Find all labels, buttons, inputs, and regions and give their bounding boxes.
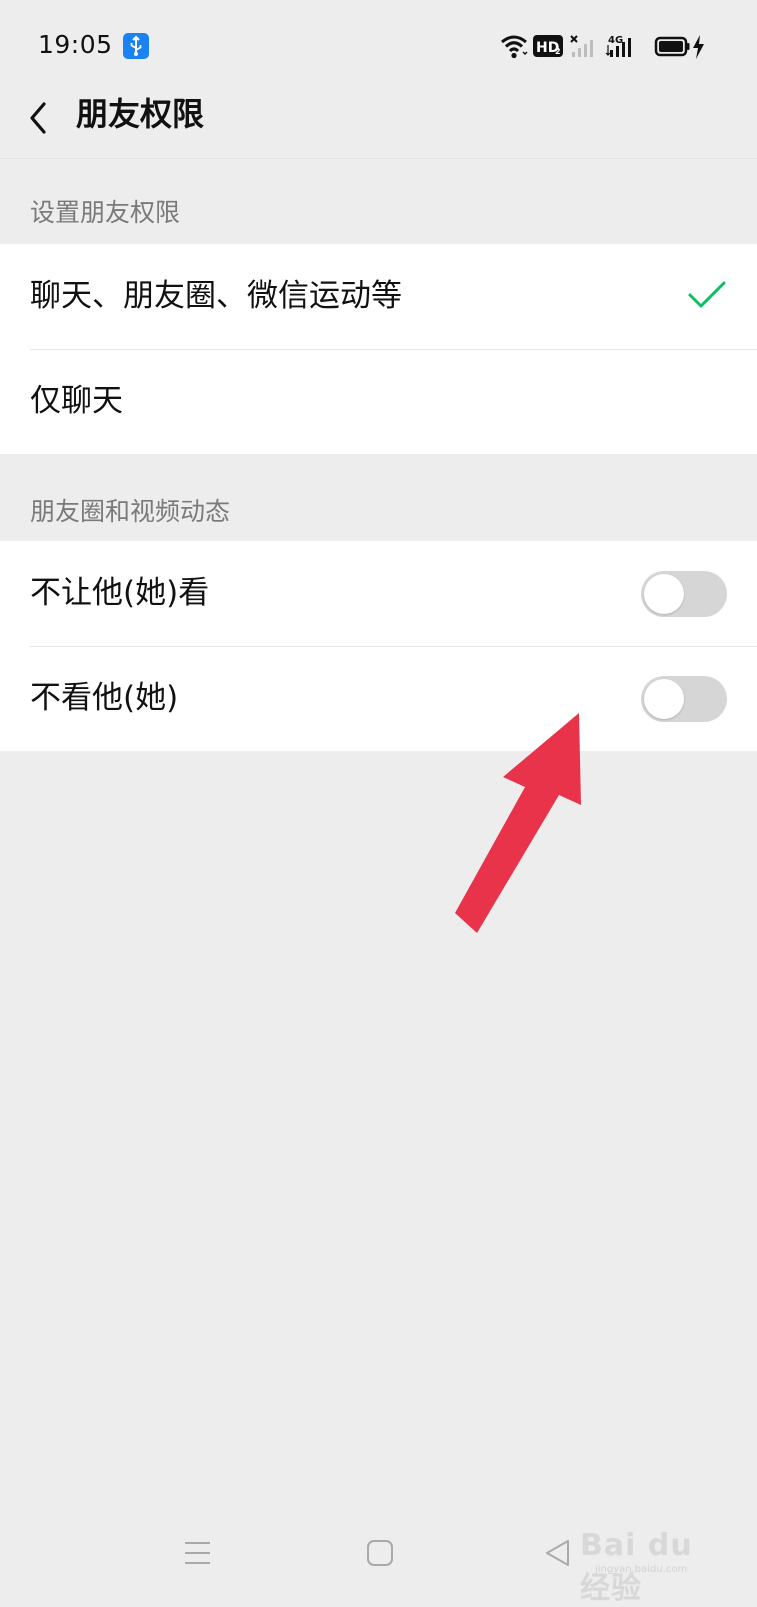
wifi-icon bbox=[501, 35, 528, 59]
page-title: 朋友权限 bbox=[76, 95, 205, 133]
row-label: 不看他(她) bbox=[30, 680, 179, 716]
network-label: 4G bbox=[608, 35, 623, 46]
back-triangle-icon[interactable] bbox=[543, 1538, 573, 1572]
nav-bar: 朋友权限 bbox=[0, 92, 757, 159]
section-header-moments: 朋友圈和视频动态 bbox=[30, 497, 231, 526]
status-time: 19:05 bbox=[38, 30, 113, 59]
no-signal-sim1-icon bbox=[570, 35, 593, 57]
usb-debug-icon bbox=[123, 33, 149, 59]
baidu-watermark: Bai du 经验 jingyan.baidu.com bbox=[575, 1524, 725, 1606]
option-chat-moments-werun[interactable]: 聊天、朋友圈、微信运动等 bbox=[0, 244, 757, 349]
chevron-left-icon[interactable] bbox=[22, 96, 58, 140]
row-hide-their-posts: 不看他(她) bbox=[0, 646, 757, 751]
battery-charging-icon bbox=[654, 35, 704, 59]
home-icon[interactable] bbox=[365, 1538, 395, 1572]
toggle-knob bbox=[644, 574, 684, 614]
option-label: 聊天、朋友圈、微信运动等 bbox=[30, 278, 402, 314]
4g-signal-icon: 4G bbox=[605, 35, 631, 57]
moments-group: 不让他(她)看 不看他(她) bbox=[0, 541, 757, 751]
row-hide-my-posts: 不让他(她)看 bbox=[0, 541, 757, 646]
hd-voice-icon: HD 2 bbox=[533, 35, 563, 57]
menu-icon[interactable] bbox=[183, 1538, 213, 1572]
toggle-knob bbox=[644, 679, 684, 719]
hide-their-posts-toggle[interactable] bbox=[641, 676, 727, 722]
status-bar: 19:05 HD 2 4G bbox=[0, 0, 757, 92]
hide-my-posts-toggle[interactable] bbox=[641, 571, 727, 617]
arrow-icon bbox=[455, 705, 595, 935]
row-label: 不让他(她)看 bbox=[30, 575, 210, 611]
option-chat-only[interactable]: 仅聊天 bbox=[0, 349, 757, 454]
hd-sub-label: 2 bbox=[555, 47, 561, 56]
status-icons: HD 2 4G bbox=[500, 32, 730, 62]
section-header-permissions: 设置朋友权限 bbox=[30, 198, 181, 227]
watermark-sub: jingyan.baidu.com bbox=[595, 1564, 688, 1575]
status-icons-svg: HD 2 4G bbox=[501, 35, 704, 59]
permissions-group: 聊天、朋友圈、微信运动等 仅聊天 bbox=[0, 244, 757, 454]
checkmark-icon bbox=[687, 278, 727, 312]
option-label: 仅聊天 bbox=[30, 383, 123, 419]
